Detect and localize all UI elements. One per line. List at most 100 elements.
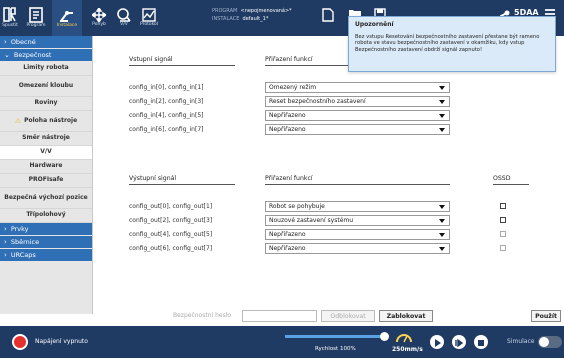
output-signal-label: config_out[6], config_out[7] [129, 245, 213, 252]
sidebar-item-hardware[interactable]: Hardware [0, 160, 92, 174]
speed-slider-handle[interactable] [380, 332, 389, 341]
sidebar-item-label: Směr nástroje [22, 134, 70, 142]
ossd-checkbox[interactable] [500, 203, 506, 209]
toggle-knob [539, 337, 549, 347]
nav-move[interactable]: Pohyb [88, 0, 110, 36]
output-signal-header: Výstupní signál [129, 175, 235, 185]
sidebar-section-general[interactable]: › Obecné [0, 36, 92, 49]
sidebar-item-robot-limits[interactable]: Limity robota [0, 62, 92, 76]
io-icon [117, 8, 131, 23]
log-icon [142, 8, 156, 22]
sidebar-section-urcaps[interactable]: › URCaps [0, 249, 92, 262]
sidebar-item-label: Limity robota [23, 64, 69, 72]
unlock-button[interactable]: Odblokovat [321, 310, 375, 322]
program-icon [29, 7, 43, 24]
nav-installation-label: Instalace [56, 23, 78, 29]
ossd-checkbox[interactable] [500, 231, 506, 237]
apply-button[interactable]: Použít [531, 310, 561, 322]
warning-tooltip: Upozornění Bez vstupu Resetování bezpečn… [348, 16, 556, 72]
new-file-icon[interactable] [322, 8, 334, 22]
simulation-toggle[interactable] [538, 336, 562, 348]
sidebar-item-tool-direction[interactable]: Směr nástroje [0, 132, 92, 146]
sidebar-section-label: Sběrnice [10, 238, 40, 246]
sidebar-section-safety[interactable]: ⌄ Bezpečnost [0, 49, 92, 62]
play-icon [435, 339, 441, 347]
nav-run[interactable]: Spustit [0, 0, 20, 36]
sidebar-section-label: Obecné [10, 38, 36, 46]
ossd-checkbox[interactable] [500, 217, 506, 223]
input-function-dropdown[interactable]: Omezený režim [265, 82, 450, 93]
speed-slider[interactable] [285, 332, 389, 341]
chevron-right-icon: › [4, 225, 7, 233]
password-input[interactable] [242, 310, 317, 322]
step-button[interactable] [452, 335, 466, 349]
input-function-dropdown[interactable]: Reset bezpečnostního zastavení [265, 96, 450, 107]
footer-bar: Napájení vypnuto Rychlost 100% 250mm/s S… [0, 326, 564, 358]
installation-name: default_1* [242, 16, 269, 22]
nav-program-label: Program [26, 23, 46, 29]
speedometer-icon [396, 334, 412, 343]
nav-installation[interactable]: Instalace [52, 0, 82, 36]
nav-io-label: V/V [120, 22, 128, 28]
sidebar-section-label: Prvky [10, 225, 29, 233]
input-signal-header: Vstupní signál [129, 56, 235, 66]
input-function-dropdown[interactable]: Nepřiřazeno [265, 124, 450, 135]
sidebar-item-label: Bezpečná výchozí pozice [4, 193, 88, 201]
output-function-dropdown[interactable]: Nouzové zastavení systému [265, 215, 450, 226]
output-signal-label: config_out[4], config_out[5] [129, 231, 213, 238]
nav-program[interactable]: Program [22, 0, 50, 36]
sidebar-item-label: PROFIsafe [28, 176, 64, 184]
sidebar-section-features[interactable]: › Prvky [0, 223, 92, 236]
tooltip-title: Upozornění [355, 21, 394, 28]
installation-icon [60, 11, 73, 23]
speed-slider-fill [285, 335, 385, 338]
sidebar-item-label: V/V [40, 148, 52, 156]
chevron-right-icon: › [4, 38, 7, 46]
tcp-speed-value: 250mm/s [392, 346, 423, 353]
sidebar-item-tool-position[interactable]: ⚠ Poloha nástroje [0, 111, 92, 132]
sidebar-item-label: Hardware [29, 162, 63, 170]
power-status-label: Napájení vypnuto [35, 338, 88, 345]
output-signal-label: config_out[0], config_out[1] [129, 203, 213, 210]
ossd-checkbox[interactable] [500, 245, 506, 251]
output-function-header: Přiřazení funkcí [265, 175, 450, 185]
chevron-right-icon: › [4, 251, 7, 259]
output-function-dropdown[interactable]: Nepřiřazeno [265, 243, 450, 254]
input-function-dropdown[interactable]: Nepřiřazeno [265, 110, 450, 121]
input-signal-label: config_in[2], config_in[3] [129, 98, 204, 105]
nav-log-label: Protokol [139, 22, 159, 28]
password-row: Bezpečnostní heslo Odblokovat Zablokovat… [93, 308, 564, 326]
sidebar-item-profisafe[interactable]: PROFIsafe [0, 174, 92, 188]
power-button[interactable] [12, 334, 28, 350]
nav-io[interactable]: V/V [113, 0, 135, 36]
chevron-right-icon: › [4, 238, 7, 246]
play-button[interactable] [430, 335, 444, 349]
program-info: PROGRAM <nepojmenovaná>* INSTALACE defau… [212, 7, 292, 23]
sidebar-section-label: URCaps [10, 251, 36, 259]
sidebar-item-planes[interactable]: Roviny [0, 97, 92, 111]
sidebar-section-fieldbus[interactable]: › Sběrnice [0, 236, 92, 249]
lock-button[interactable]: Zablokovat [379, 310, 433, 322]
nav-move-label: Pohyb [92, 22, 106, 28]
installation-key: INSTALACE [212, 16, 240, 22]
main-panel: Vstupní signál Přiřazení funkcí config_i… [93, 36, 564, 314]
output-function-dropdown[interactable]: Nepřiřazeno [265, 229, 450, 240]
sidebar-item-label: Roviny [34, 99, 58, 107]
nav-log[interactable]: Protokol [137, 0, 161, 36]
warning-icon: ⚠ [14, 116, 22, 125]
sidebar-item-joint-limits[interactable]: Omezení kloubu [0, 76, 92, 97]
ur-logo-icon [3, 7, 16, 23]
output-function-dropdown[interactable]: Robot se pohybuje [265, 201, 450, 212]
input-signal-label: config_in[6], config_in[7] [129, 126, 204, 133]
program-key: PROGRAM [212, 8, 238, 14]
input-signal-label: config_in[4], config_in[5] [129, 112, 204, 119]
tooltip-body: Bez vstupu Resetování bezpečnostního zas… [355, 34, 540, 53]
sidebar-item-label: Poloha nástroje [24, 116, 78, 124]
sidebar-item-safe-home[interactable]: Bezpečná výchozí pozice [0, 188, 92, 209]
sidebar-item-three-position[interactable]: Třípolohový [0, 209, 92, 223]
stop-icon [478, 340, 484, 346]
sidebar-item-io[interactable]: V/V [0, 146, 92, 160]
stop-button[interactable] [474, 335, 488, 349]
simulation-label: Simulace [507, 338, 535, 345]
nav-run-label: Spustit [2, 23, 18, 29]
